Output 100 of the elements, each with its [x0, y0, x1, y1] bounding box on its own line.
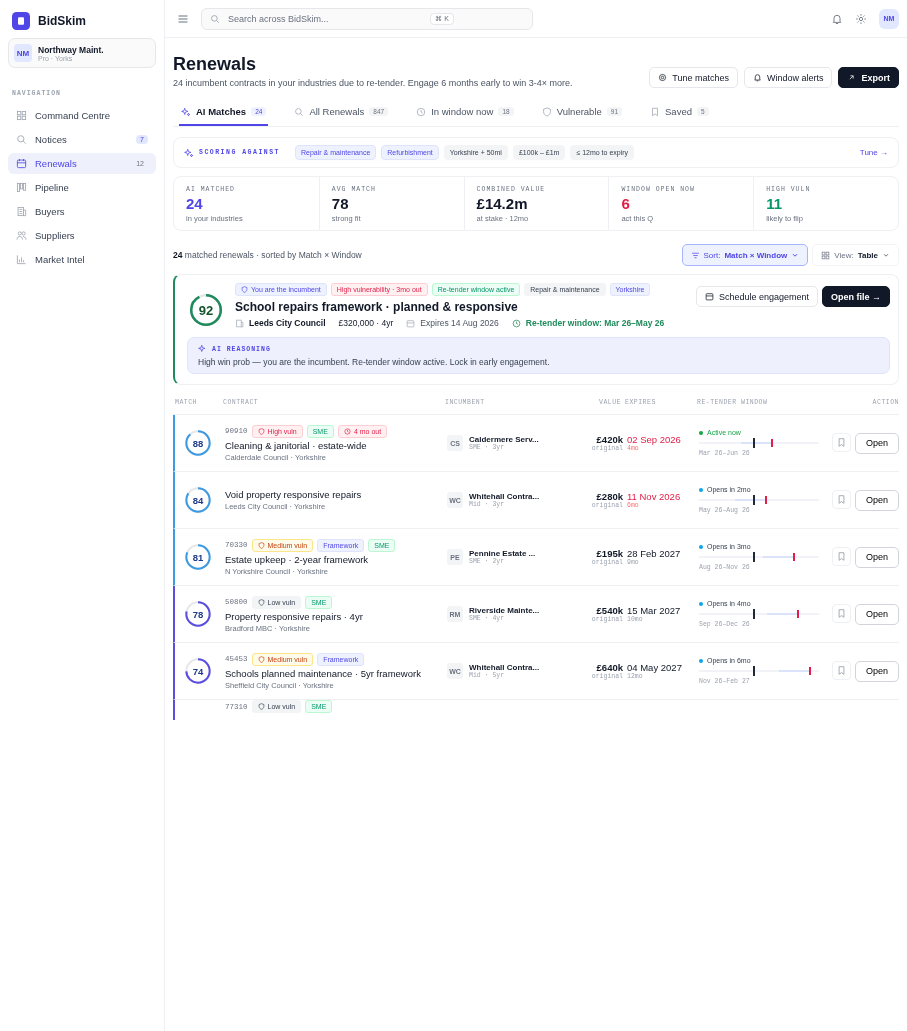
caret-icon — [882, 251, 890, 259]
contract-title: Estate upkeep · 2-year framework — [225, 553, 370, 565]
stat-value: 24 — [186, 195, 204, 212]
bookmark-button[interactable] — [831, 660, 851, 680]
sparkle-icon — [184, 147, 194, 158]
alerts-button[interactable]: Window alerts — [743, 67, 833, 88]
today-marker — [753, 552, 755, 562]
bookmark-button[interactable] — [831, 489, 851, 509]
today-marker — [753, 495, 755, 505]
expiry-date: 11 Nov 2026 — [627, 491, 682, 502]
match-score: 78 — [192, 608, 204, 620]
incumbent-name: Riverside Mainte... — [469, 606, 540, 615]
contract-value: £320,000 · 4yr — [338, 318, 394, 328]
open-button[interactable]: Open — [854, 546, 899, 568]
bookmark-icon — [835, 607, 847, 619]
today-marker — [753, 609, 755, 619]
contract-title: Cleaning & janitorial · estate-wide — [225, 439, 368, 451]
bookmark-button[interactable] — [831, 546, 851, 566]
buyer-name: Leeds City Council — [249, 318, 326, 328]
sidebar-item[interactable]: Suppliers — [8, 225, 156, 246]
export-button[interactable]: Export — [838, 67, 899, 88]
sparkle-icon — [181, 106, 191, 117]
tune-button[interactable]: Tune matches — [649, 67, 738, 88]
nav-icon — [16, 230, 27, 241]
bookmark-icon — [835, 493, 847, 505]
nav-icon — [16, 206, 27, 217]
incumbent-name: Whitehall Contra... — [469, 492, 540, 501]
search-input[interactable]: Search across BidSkim... — [226, 12, 425, 25]
expiry-date: 02 Sep 2026 — [627, 434, 682, 445]
nav-icon — [16, 110, 27, 121]
contract-value: £280k — [596, 491, 623, 502]
calendar-icon — [704, 292, 714, 301]
grid-icon — [821, 250, 831, 260]
clock-icon — [511, 318, 521, 328]
open-button[interactable]: Open — [854, 603, 899, 625]
contract-value: £420k — [596, 434, 623, 445]
contract-title: Void property responsive repairs — [225, 489, 363, 500]
logo-icon — [12, 12, 30, 30]
open-file-button[interactable]: Open file → — [822, 286, 890, 307]
stat-value: 6 — [621, 195, 631, 212]
open-button[interactable]: Open — [854, 432, 899, 454]
sidebar-item[interactable]: Command Centre — [8, 105, 156, 126]
shield-icon — [257, 655, 265, 663]
nav-icon — [16, 254, 27, 265]
view-dropdown[interactable]: View: Table — [812, 244, 899, 266]
bookmark-icon — [650, 106, 661, 117]
schedule-button[interactable]: Schedule engagement — [695, 286, 818, 307]
contract-value: £540k — [596, 605, 623, 616]
incumbent-name: Pennine Estate ... — [469, 549, 536, 558]
account-avatar: NM — [14, 44, 32, 62]
nav-icon — [16, 158, 27, 169]
expiry-date: 04 May 2027 — [627, 662, 683, 673]
shield-icon — [257, 703, 265, 710]
bookmark-button[interactable] — [831, 603, 851, 623]
match-score: 84 — [192, 494, 204, 506]
results-summary: 24 matched renewals · sorted by Match × Window — [173, 250, 362, 260]
building-icon — [235, 318, 244, 328]
reasoning-text: High win prob — you are the incumbent. Re-tender window active. Lock in early engagement. — [198, 357, 551, 367]
contract-title: Property responsive repairs · 4yr — [225, 610, 364, 622]
target-icon — [658, 73, 668, 82]
bell-icon[interactable] — [831, 12, 843, 25]
retender-window: Re-tender window: Mar 26–May 26 — [525, 318, 665, 328]
expiry-date: 28 Feb 2027 — [627, 548, 682, 559]
shield-icon — [257, 427, 265, 435]
sidebar-item[interactable]: Market Intel — [8, 249, 156, 270]
page-subtitle: 24 incumbent contracts in your industries due to re-tender. Engage 6 months early to win 3-4× more. — [173, 78, 573, 88]
open-button[interactable]: Open — [854, 660, 899, 682]
open-button[interactable]: Open — [854, 489, 899, 511]
today-marker — [753, 438, 755, 448]
shield-icon — [257, 598, 265, 606]
filter-icon — [690, 250, 700, 260]
bookmark-icon — [835, 550, 847, 562]
page-title: Renewals — [173, 54, 258, 75]
tune-link[interactable]: Tune → — [859, 148, 888, 157]
nav-icon — [16, 182, 27, 193]
search-icon — [210, 13, 220, 24]
sort-dropdown[interactable]: Sort: Match × Window — [681, 244, 809, 266]
expiry-date: Expires 14 Aug 2026 — [420, 318, 499, 328]
match-score: 81 — [192, 551, 204, 563]
menu-icon[interactable] — [177, 12, 189, 25]
caret-icon — [791, 251, 800, 259]
clock-icon — [343, 427, 351, 435]
incumbent-name: Whitehall Contra... — [469, 663, 540, 672]
sidebar-item[interactable]: Buyers — [8, 201, 156, 222]
contract-title: School repairs framework · planned & responsive — [235, 300, 519, 314]
shield-icon — [541, 106, 552, 117]
bookmark-button[interactable] — [831, 432, 851, 452]
sidebar-item[interactable]: Pipeline — [8, 177, 156, 198]
contract-title: Schools planned maintenance · 5yr framework — [225, 667, 422, 679]
clock-icon — [416, 106, 427, 117]
bookmark-icon — [835, 664, 847, 676]
contract-value: £195k — [596, 548, 623, 559]
brand-name: BidSkim — [38, 14, 86, 28]
match-score: 92 — [198, 302, 214, 318]
match-score: 88 — [192, 437, 204, 449]
contract-value: £640k — [596, 662, 623, 673]
settings-icon[interactable] — [855, 12, 867, 25]
shield-icon — [241, 286, 248, 293]
match-score: 74 — [192, 665, 204, 677]
calendar-icon — [406, 318, 416, 328]
